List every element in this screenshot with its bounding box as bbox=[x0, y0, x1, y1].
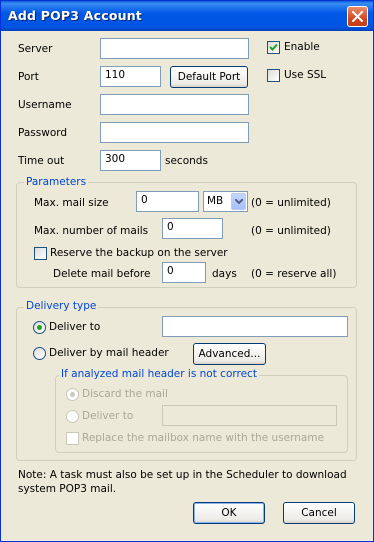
add-pop3-account-dialog: Add POP3 Account Server Enable Port 110 … bbox=[0, 0, 374, 542]
delete-before-label: Delete mail before bbox=[53, 268, 151, 280]
server-label: Server bbox=[18, 43, 53, 55]
discard-mail-radio[interactable] bbox=[66, 388, 79, 401]
checkmark-icon bbox=[269, 43, 278, 51]
radio-selected-dot bbox=[70, 392, 75, 397]
ok-button[interactable]: OK bbox=[193, 502, 265, 524]
parameters-legend: Parameters bbox=[24, 176, 89, 188]
fallback-deliver-to-label: Deliver to bbox=[82, 410, 134, 422]
chevron-down-icon bbox=[235, 199, 243, 204]
password-label: Password bbox=[18, 127, 68, 139]
window-title: Add POP3 Account bbox=[8, 8, 142, 23]
replace-mailbox-label: Replace the mailbox name with the userna… bbox=[82, 432, 325, 444]
max-number-mails-label: Max. number of mails bbox=[34, 225, 149, 237]
use-ssl-checkbox[interactable] bbox=[267, 69, 280, 82]
advanced-button[interactable]: Advanced... bbox=[193, 343, 266, 365]
default-port-button[interactable]: Default Port bbox=[170, 66, 248, 88]
password-input[interactable] bbox=[100, 122, 249, 143]
title-bar: Add POP3 Account bbox=[1, 1, 373, 31]
deliver-by-header-label: Deliver by mail header bbox=[49, 347, 169, 359]
cancel-button[interactable]: Cancel bbox=[283, 502, 355, 524]
delete-before-input[interactable]: 0 bbox=[162, 262, 206, 283]
replace-mailbox-checkbox[interactable] bbox=[66, 432, 79, 445]
size-unit-value: MB bbox=[207, 195, 224, 207]
delivery-type-legend: Delivery type bbox=[24, 300, 99, 312]
max-mail-size-note: (0 = unlimited) bbox=[251, 197, 331, 209]
close-button[interactable] bbox=[347, 6, 368, 27]
deliver-by-header-radio[interactable] bbox=[33, 347, 46, 360]
delete-before-unit: days bbox=[212, 268, 237, 280]
scheduler-note: Note: A task must also be set up in the … bbox=[18, 469, 347, 495]
port-input[interactable]: 110 bbox=[100, 66, 161, 87]
radio-selected-dot bbox=[37, 325, 42, 330]
timeout-unit: seconds bbox=[165, 155, 208, 167]
port-label: Port bbox=[18, 71, 39, 83]
fallback-deliver-to-radio[interactable] bbox=[66, 410, 79, 423]
reserve-backup-checkbox[interactable] bbox=[34, 247, 47, 260]
fallback-deliver-to-input[interactable] bbox=[162, 405, 337, 426]
username-input[interactable] bbox=[100, 94, 249, 115]
enable-label: Enable bbox=[284, 41, 320, 53]
timeout-input[interactable]: 300 bbox=[100, 150, 161, 171]
delete-before-note: (0 = reserve all) bbox=[251, 268, 337, 280]
size-unit-select[interactable]: MB bbox=[203, 191, 248, 212]
deliver-to-label: Deliver to bbox=[49, 321, 101, 333]
incorrect-header-legend: If analyzed mail header is not correct bbox=[59, 368, 259, 380]
use-ssl-label: Use SSL bbox=[284, 69, 327, 81]
max-mail-size-input[interactable]: 0 bbox=[136, 191, 199, 212]
max-number-mails-input[interactable]: 0 bbox=[162, 218, 223, 239]
reserve-backup-label: Reserve the backup on the server bbox=[50, 247, 228, 259]
username-label: Username bbox=[18, 99, 72, 111]
deliver-to-radio[interactable] bbox=[33, 321, 46, 334]
dropdown-arrow[interactable] bbox=[231, 193, 246, 210]
max-number-mails-note: (0 = unlimited) bbox=[251, 225, 331, 237]
max-mail-size-label: Max. mail size bbox=[34, 197, 109, 209]
enable-checkbox[interactable] bbox=[267, 41, 280, 54]
timeout-label: Time out bbox=[18, 155, 65, 167]
close-icon bbox=[352, 11, 363, 22]
discard-mail-label: Discard the mail bbox=[82, 388, 168, 400]
deliver-to-input[interactable] bbox=[162, 316, 348, 337]
server-input[interactable] bbox=[100, 38, 249, 59]
